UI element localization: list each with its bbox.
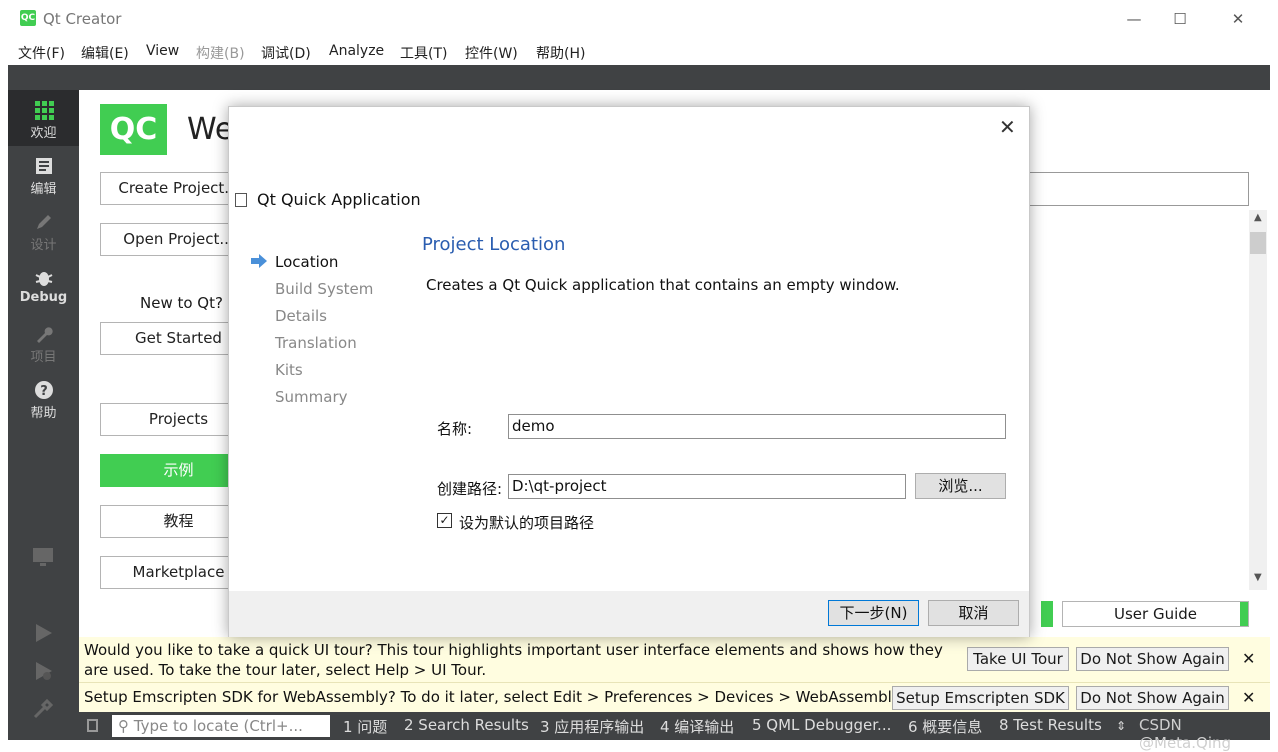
step-location: Location [275, 253, 339, 271]
svg-text:?: ? [40, 384, 48, 399]
edit-icon [35, 158, 52, 174]
emscripten-text: Setup Emscripten SDK for WebAssembly? To… [84, 688, 904, 706]
tab-qml-debugger[interactable]: 5 QML Debugger... [752, 716, 891, 734]
tab-compile-output[interactable]: 4 编译输出 [660, 716, 734, 737]
debug-run-icon[interactable] [32, 660, 54, 682]
menu-view[interactable]: View [146, 43, 179, 59]
mode-design[interactable]: 设计 [8, 212, 79, 253]
mode-debug-label: Debug [19, 290, 68, 305]
wrench-icon [36, 327, 53, 343]
scroll-thumb[interactable] [1250, 232, 1266, 254]
qt-logo: QC [100, 104, 167, 155]
new-project-dialog: ✕ Qt Quick Application Location Build Sy… [228, 106, 1030, 637]
tab-scroll-icon[interactable]: ⇕ [1116, 719, 1126, 733]
locator-placeholder: Type to locate (Ctrl+... [133, 717, 303, 735]
step-translation: Translation [275, 334, 357, 352]
grid-icon [34, 101, 54, 120]
step-kits: Kits [275, 361, 303, 379]
default-path-label: 设为默认的项目路径 [459, 514, 595, 532]
mode-selector: 欢迎 编辑 设计 Debug 项目 ? 帮助 [8, 90, 79, 740]
new-to-qt-label: New to Qt? [140, 294, 223, 312]
mode-edit[interactable]: 编辑 [8, 156, 79, 197]
project-path-field[interactable]: D:\qt-project [508, 474, 906, 499]
tab-search-results[interactable]: 2 Search Results [404, 716, 529, 734]
scroll-down-icon[interactable]: ▼ [1254, 572, 1262, 583]
default-path-checkbox[interactable]: ✓ [437, 513, 452, 528]
close-icon[interactable]: ✕ [1242, 688, 1255, 707]
monitor-icon[interactable] [31, 545, 55, 569]
status-bar: ⚲ Type to locate (Ctrl+... 1 问题 2 Search… [79, 712, 1270, 752]
mode-projects-label: 项目 [30, 350, 57, 365]
mode-projects[interactable]: 项目 [8, 324, 79, 365]
minimize-button[interactable]: — [1111, 4, 1157, 34]
tab-issues[interactable]: 1 问题 [343, 716, 387, 737]
mode-welcome-label: 欢迎 [30, 126, 57, 141]
mode-welcome[interactable]: 欢迎 [8, 90, 79, 146]
welcome-title: We [187, 112, 234, 147]
tool-strip [8, 65, 1270, 90]
take-ui-tour-button[interactable]: Take UI Tour [967, 647, 1069, 671]
page-heading: Project Location [422, 234, 566, 255]
build-hammer-icon[interactable] [32, 698, 54, 720]
sidebar-toggle-icon[interactable] [87, 719, 98, 732]
close-icon[interactable]: ✕ [1242, 649, 1255, 668]
menu-bar: 文件(F) 编辑(E) View 构建(B) 调试(D) Analyze 工具(… [8, 38, 1270, 65]
locator-input[interactable]: ⚲ Type to locate (Ctrl+... [112, 715, 330, 737]
tab-app-output[interactable]: 3 应用程序输出 [540, 716, 644, 737]
do-not-show-again-button-2[interactable]: Do Not Show Again [1076, 686, 1229, 710]
name-label: 名称: [437, 420, 473, 438]
current-step-arrow-icon [251, 254, 267, 268]
dialog-close-icon[interactable]: ✕ [999, 115, 1016, 139]
bug-icon [35, 272, 52, 286]
page-icon [235, 193, 247, 207]
green-accent [1041, 601, 1053, 627]
maximize-button[interactable]: ☐ [1157, 4, 1203, 34]
setup-emscripten-button[interactable]: Setup Emscripten SDK [892, 686, 1069, 710]
menu-tools[interactable]: 工具(T) [400, 43, 447, 63]
ui-tour-notification: Would you like to take a quick UI tour? … [79, 637, 1270, 682]
next-button[interactable]: 下一步(N) [828, 600, 919, 626]
step-details: Details [275, 307, 328, 325]
browse-button[interactable]: 浏览... [915, 473, 1006, 499]
help-icon: ? [34, 381, 53, 399]
mode-help[interactable]: ? 帮助 [8, 380, 79, 421]
scroll-up-icon[interactable]: ▲ [1254, 212, 1262, 223]
page-description: Creates a Qt Quick application that cont… [426, 276, 900, 294]
ui-tour-text: Would you like to take a quick UI tour? … [84, 641, 943, 679]
menu-debug[interactable]: 调试(D) [261, 43, 311, 63]
window-title: Qt Creator [43, 10, 122, 28]
mode-edit-label: 编辑 [30, 182, 57, 197]
run-icon[interactable] [32, 622, 54, 644]
title-bar: QC Qt Creator — ☐ ✕ [8, 0, 1270, 38]
qt-creator-app-icon: QC [20, 10, 36, 26]
menu-controls[interactable]: 控件(W) [465, 43, 518, 63]
emscripten-notification: Setup Emscripten SDK for WebAssembly? To… [79, 682, 1270, 712]
pen-icon [36, 215, 51, 229]
user-guide-button[interactable]: User Guide [1062, 601, 1249, 627]
tab-general-messages[interactable]: 6 概要信息 [908, 716, 982, 737]
cancel-button[interactable]: 取消 [928, 600, 1019, 626]
mode-debug[interactable]: Debug [8, 268, 79, 305]
do-not-show-again-button[interactable]: Do Not Show Again [1076, 647, 1229, 671]
close-window-button[interactable]: ✕ [1215, 4, 1261, 34]
mode-help-label: 帮助 [30, 406, 57, 421]
welcome-scrollbar[interactable]: ▲ ▼ [1249, 210, 1267, 590]
path-label: 创建路径: [437, 480, 503, 498]
project-name-field[interactable]: demo [508, 414, 1006, 439]
dialog-title: Qt Quick Application [257, 190, 421, 209]
menu-help[interactable]: 帮助(H) [536, 43, 585, 63]
step-summary: Summary [275, 388, 348, 406]
search-field[interactable] [1029, 172, 1249, 206]
mode-design-label: 设计 [30, 238, 57, 253]
dialog-footer: 下一步(N) 取消 [229, 591, 1029, 637]
menu-analyze[interactable]: Analyze [329, 43, 384, 59]
menu-build[interactable]: 构建(B) [196, 43, 245, 63]
search-icon: ⚲ [118, 717, 134, 735]
menu-edit[interactable]: 编辑(E) [81, 43, 129, 63]
step-build-system: Build System [275, 280, 374, 298]
menu-file[interactable]: 文件(F) [18, 43, 65, 63]
tab-test-results[interactable]: 8 Test Results [999, 716, 1102, 734]
